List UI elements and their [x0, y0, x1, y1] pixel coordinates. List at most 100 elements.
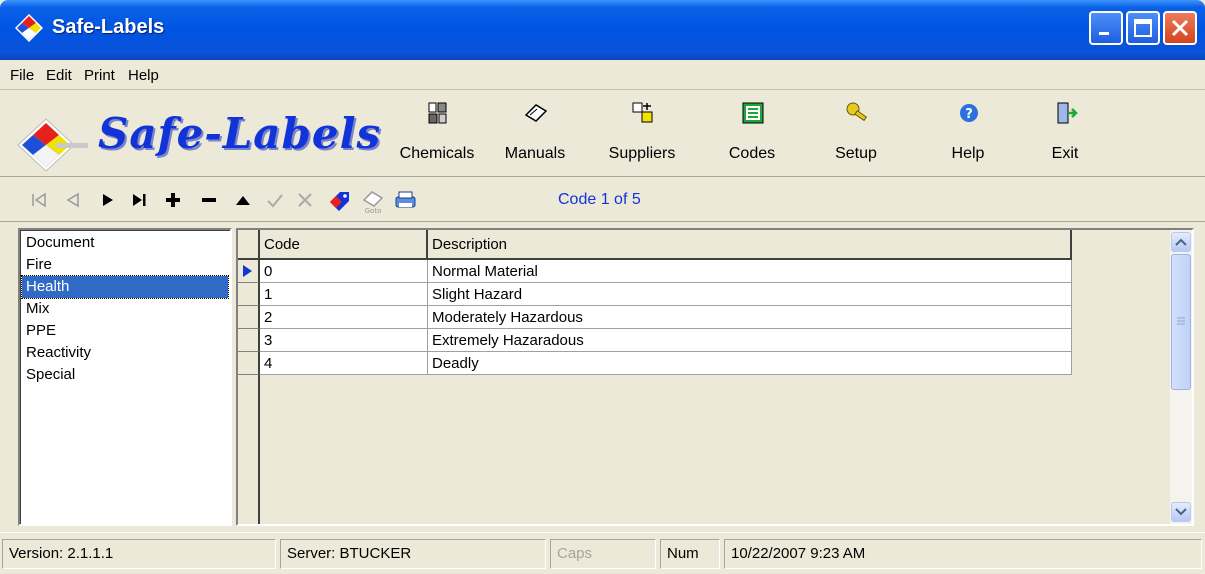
main-toolbar: Safe-Labels Chemicals Manuals Suppliers … — [0, 91, 1205, 177]
status-bar: Version: 2.1.1.1 Server: BTUCKER Caps Nu… — [0, 532, 1205, 574]
close-icon — [1171, 19, 1189, 37]
scroll-down-button[interactable] — [1171, 502, 1191, 522]
navigator-toolbar: Goto Code 1 of 5 — [0, 178, 1205, 222]
scroll-up-button[interactable] — [1171, 232, 1191, 252]
next-record-button[interactable] — [92, 186, 122, 214]
chevron-down-icon — [1175, 508, 1187, 516]
row-indicator — [238, 329, 260, 352]
label-tag-icon — [330, 192, 349, 211]
svg-text:?: ? — [965, 107, 973, 122]
menu-edit[interactable]: Edit — [46, 67, 72, 84]
category-item-reactivity[interactable]: Reactivity — [22, 342, 228, 364]
category-listbox[interactable]: Document Fire Health Mix PPE Reactivity … — [18, 228, 232, 526]
server-panel: Server: BTUCKER — [280, 539, 546, 569]
row-indicator — [238, 306, 260, 329]
grip-icon — [1177, 317, 1185, 325]
menu-bar: File Edit Print Help — [0, 60, 1205, 90]
menu-file[interactable]: File — [10, 67, 34, 84]
category-item-special[interactable]: Special — [22, 364, 228, 386]
next-record-icon — [103, 194, 113, 206]
cell-code[interactable]: 4 — [260, 352, 428, 375]
column-header-description[interactable]: Description — [428, 230, 1072, 260]
cell-description[interactable]: Extremely Hazaradous — [428, 329, 1072, 352]
cell-description[interactable]: Slight Hazard — [428, 283, 1072, 306]
scroll-thumb[interactable] — [1171, 254, 1191, 390]
label-tag-button[interactable] — [324, 186, 354, 214]
cell-code[interactable]: 2 — [260, 306, 428, 329]
current-row-arrow-icon — [243, 265, 252, 277]
chemicals-icon — [428, 102, 447, 124]
cell-code[interactable]: 0 — [260, 260, 428, 283]
cell-code[interactable]: 1 — [260, 283, 428, 306]
help-button[interactable]: ? Help — [923, 97, 1013, 173]
menu-print[interactable]: Print — [84, 67, 115, 84]
prior-record-icon — [66, 192, 79, 208]
minus-icon — [202, 198, 216, 202]
chemicals-button[interactable]: Chemicals — [392, 97, 482, 173]
close-button[interactable] — [1163, 11, 1197, 45]
manuals-label: Manuals — [504, 145, 566, 162]
help-icon: ? — [960, 104, 978, 122]
first-record-button[interactable] — [24, 186, 54, 214]
datetime-panel: 10/22/2007 9:23 AM — [724, 539, 1202, 569]
maximize-button[interactable] — [1126, 11, 1160, 45]
last-record-icon — [133, 194, 146, 206]
title-bar[interactable]: Safe-Labels — [0, 0, 1205, 60]
cancel-record-button[interactable] — [290, 186, 320, 214]
brand-title: Safe-Labels — [98, 109, 382, 158]
cell-code[interactable]: 3 — [260, 329, 428, 352]
edit-record-button[interactable] — [228, 186, 258, 214]
printer-icon — [395, 191, 416, 208]
category-item-mix[interactable]: Mix — [22, 298, 228, 320]
exit-icon — [1057, 102, 1078, 124]
exit-button[interactable]: Exit — [1020, 97, 1110, 173]
window-title: Safe-Labels — [52, 16, 165, 38]
plus-icon — [166, 193, 180, 207]
column-header-code[interactable]: Code — [260, 230, 428, 260]
manuals-button[interactable]: Manuals — [490, 97, 580, 173]
num-lock-indicator: Num — [660, 539, 720, 569]
setup-button[interactable]: Setup — [811, 97, 901, 173]
help-label: Help — [951, 145, 985, 162]
chemicals-label: Chemicals — [399, 145, 475, 162]
row-indicator — [238, 283, 260, 306]
row-indicator — [238, 352, 260, 375]
cancel-x-icon — [298, 193, 312, 207]
grid-corner — [238, 230, 260, 260]
first-record-icon — [32, 192, 46, 208]
codes-label: Codes — [728, 145, 776, 162]
post-record-button[interactable] — [260, 186, 290, 214]
exit-label: Exit — [1051, 145, 1079, 162]
maximize-icon — [1134, 19, 1152, 37]
indicator-column-empty — [238, 375, 260, 524]
suppliers-button[interactable]: Suppliers — [597, 97, 687, 173]
codes-grid[interactable]: Code Description 0 Normal Material 1 Sli… — [236, 228, 1194, 526]
cell-description[interactable]: Deadly — [428, 352, 1072, 375]
cell-description[interactable]: Moderately Hazardous — [428, 306, 1072, 329]
print-button[interactable] — [390, 186, 420, 214]
last-record-button[interactable] — [124, 186, 154, 214]
row-indicator — [238, 260, 260, 283]
menu-help[interactable]: Help — [128, 67, 159, 84]
delete-record-button[interactable] — [194, 186, 224, 214]
category-item-fire[interactable]: Fire — [22, 254, 228, 276]
minimize-icon — [1099, 32, 1109, 35]
codes-icon — [742, 102, 764, 124]
svg-text:Goto: Goto — [365, 207, 382, 214]
vertical-scrollbar[interactable] — [1170, 230, 1192, 524]
goto-button[interactable]: Goto — [358, 186, 388, 214]
main-content: Document Fire Health Mix PPE Reactivity … — [0, 222, 1205, 532]
suppliers-icon — [632, 102, 653, 123]
record-position-status: Code 1 of 5 — [558, 191, 641, 208]
prior-record-button[interactable] — [58, 186, 88, 214]
category-item-document[interactable]: Document — [22, 232, 228, 254]
triangle-up-icon — [236, 196, 250, 205]
insert-record-button[interactable] — [158, 186, 188, 214]
cell-description[interactable]: Normal Material — [428, 260, 1072, 283]
minimize-button[interactable] — [1089, 11, 1123, 45]
category-item-health[interactable]: Health — [21, 275, 229, 299]
category-item-ppe[interactable]: PPE — [22, 320, 228, 342]
codes-button[interactable]: Codes — [707, 97, 797, 173]
checkmark-icon — [267, 194, 283, 208]
manuals-icon — [524, 104, 548, 122]
